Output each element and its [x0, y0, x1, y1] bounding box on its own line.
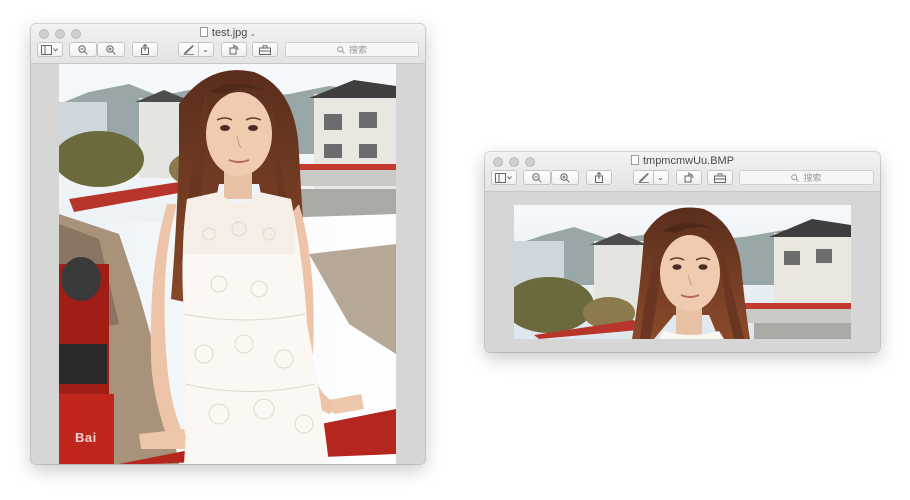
share-button[interactable]: [132, 42, 158, 57]
search-icon: [791, 173, 800, 182]
rotate-icon: [684, 172, 693, 183]
zoom-in-icon: [106, 44, 116, 55]
zoom-in-button[interactable]: [551, 170, 579, 185]
title-bar: test.jpg ⌄ ⌄ 搜索: [31, 24, 425, 64]
share-button[interactable]: [586, 170, 612, 185]
preview-window-main: test.jpg ⌄ ⌄ 搜索 Bai: [31, 24, 425, 464]
image-canvas: Bai: [31, 64, 425, 464]
markup-button[interactable]: ⌄: [633, 170, 669, 185]
baidu-watermark: Bai: [75, 430, 97, 445]
toolbox-icon: [259, 44, 271, 55]
title-bar: tmpmcmwUu.BMP ⌄ 搜索: [485, 152, 880, 192]
toolbox-button[interactable]: [707, 170, 733, 185]
zoom-out-icon: [78, 44, 88, 55]
window-title-text: test.jpg: [211, 27, 248, 39]
photo-main: Bai: [59, 64, 396, 464]
zoom-out-button[interactable]: [69, 42, 97, 57]
share-icon: [141, 44, 149, 55]
markup-button[interactable]: ⌄: [178, 42, 214, 57]
document-icon: [199, 27, 208, 37]
sidebar-view-button[interactable]: [491, 170, 517, 185]
search-placeholder: 搜索: [348, 45, 367, 55]
photo-cropped: [514, 205, 851, 339]
chevron-down-icon: ⌄: [202, 45, 209, 54]
zoom-out-button[interactable]: [523, 170, 551, 185]
share-icon: [595, 172, 603, 183]
pen-icon: [638, 172, 650, 183]
chevron-down-icon: ⌄: [249, 29, 257, 38]
sidebar-icon: [495, 172, 512, 183]
search-placeholder: 搜索: [803, 173, 822, 183]
rotate-button[interactable]: [676, 170, 702, 185]
zoom-in-icon: [560, 172, 570, 183]
rotate-button[interactable]: [221, 42, 247, 57]
toolbox-button[interactable]: [252, 42, 278, 57]
window-title-text: tmpmcmwUu.BMP: [642, 155, 735, 167]
zoom-in-button[interactable]: [97, 42, 125, 57]
rotate-icon: [229, 44, 238, 55]
window-title[interactable]: test.jpg ⌄: [31, 27, 425, 39]
sidebar-icon: [41, 44, 58, 55]
search-icon: [337, 45, 345, 54]
sidebar-view-button[interactable]: [37, 42, 63, 57]
chevron-down-icon: ⌄: [657, 173, 664, 182]
image-canvas: [485, 192, 880, 352]
pen-icon: [183, 44, 195, 55]
preview-window-secondary: tmpmcmwUu.BMP ⌄ 搜索: [485, 152, 880, 352]
cropped-portrait-photo: [514, 205, 851, 339]
document-icon: [630, 155, 639, 165]
zoom-out-icon: [532, 172, 542, 183]
search-field[interactable]: 搜索: [739, 170, 874, 185]
window-title[interactable]: tmpmcmwUu.BMP: [485, 155, 880, 167]
toolbox-icon: [714, 172, 726, 183]
search-field[interactable]: 搜索: [285, 42, 419, 57]
portrait-photo: [59, 64, 396, 464]
